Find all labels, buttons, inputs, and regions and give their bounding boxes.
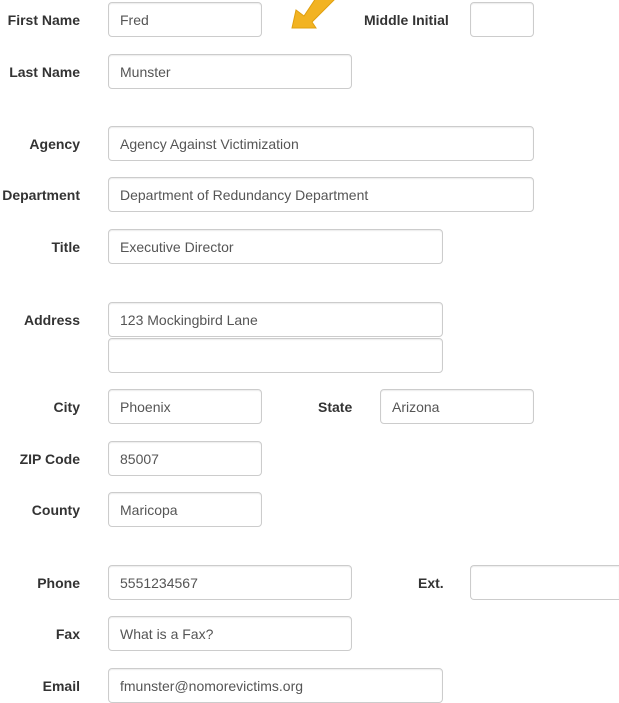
phone-input[interactable] xyxy=(108,565,352,600)
title-label: Title xyxy=(51,239,80,255)
agency-label: Agency xyxy=(29,136,80,152)
title-input[interactable] xyxy=(108,229,443,264)
state-input[interactable] xyxy=(380,389,534,424)
state-label: State xyxy=(318,399,353,415)
zip-code-input[interactable] xyxy=(108,441,262,476)
fax-label: Fax xyxy=(55,626,80,642)
department-label: Department xyxy=(2,187,80,203)
city-label: City xyxy=(53,399,80,415)
department-input[interactable] xyxy=(108,177,534,212)
county-input[interactable] xyxy=(108,492,262,527)
city-input[interactable] xyxy=(108,389,262,424)
pointer-arrow-icon xyxy=(291,0,335,29)
ext-label: Ext. xyxy=(418,575,444,591)
county-label: County xyxy=(31,502,80,518)
email-input[interactable] xyxy=(108,668,443,703)
address-line1-input[interactable] xyxy=(108,302,443,337)
first-name-input[interactable] xyxy=(108,2,262,37)
address-line2-input[interactable] xyxy=(108,338,443,373)
first-name-label: First Name xyxy=(7,12,80,28)
agency-input[interactable] xyxy=(108,126,534,161)
fax-input[interactable] xyxy=(108,616,352,651)
email-label: Email xyxy=(42,678,80,694)
last-name-label: Last Name xyxy=(9,64,80,80)
middle-initial-label: Middle Initial xyxy=(364,12,449,28)
middle-initial-input[interactable] xyxy=(470,2,534,37)
address-label: Address xyxy=(23,312,80,328)
ext-input[interactable] xyxy=(470,565,619,600)
last-name-input[interactable] xyxy=(108,54,352,89)
zip-code-label: ZIP Code xyxy=(19,451,80,467)
phone-label: Phone xyxy=(37,575,80,591)
